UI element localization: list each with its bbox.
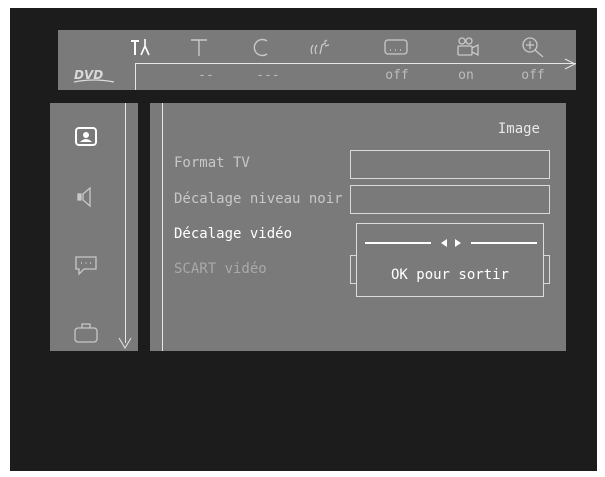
left-right-arrows-icon (441, 239, 447, 247)
black-level-value-field[interactable] (350, 185, 550, 214)
sound-icon[interactable] (72, 183, 100, 211)
chapter-icon[interactable] (248, 35, 274, 59)
title-icon[interactable] (186, 35, 212, 59)
settings-category-sidebar (50, 103, 138, 351)
menu-item-scart-video[interactable]: SCART vidéo (174, 261, 267, 277)
sidebar-scroll-track (125, 103, 126, 343)
menu-item-video-shift[interactable]: Décalage vidéo (174, 226, 292, 242)
picture-icon[interactable] (72, 123, 100, 151)
dvd-logo: DVD (72, 66, 116, 84)
zoom-icon[interactable] (520, 35, 546, 59)
top-menu-bar: DVD -- --- off on off (58, 30, 576, 90)
menu-item-black-level-shift[interactable]: Décalage niveau noir (174, 191, 343, 207)
subtitle-icon[interactable] (383, 35, 409, 59)
status-zoom: off (521, 68, 545, 83)
status-title: -- (198, 68, 214, 83)
panel-divider (162, 103, 163, 351)
menu-icons-row (58, 30, 576, 63)
video-shift-slider[interactable] (365, 238, 537, 248)
language-icon[interactable] (72, 251, 100, 279)
audio-icon[interactable] (308, 35, 334, 59)
features-icon[interactable] (72, 319, 100, 347)
settings-icon[interactable] (128, 35, 154, 59)
format-tv-value-field[interactable] (350, 150, 550, 179)
image-settings-panel: Image Format TV Décalage niveau noir Déc… (150, 103, 566, 351)
arrow-right-icon (564, 58, 576, 70)
menu-bar-divider (136, 63, 576, 64)
status-angle: on (458, 68, 474, 83)
video-shift-adjust-popup[interactable]: OK pour sortir (356, 223, 544, 297)
panel-title: Image (497, 121, 540, 137)
status-chapter: --- (256, 68, 280, 83)
camera-angle-icon[interactable] (455, 35, 481, 59)
arrow-down-icon (118, 337, 132, 349)
popup-instruction: OK pour sortir (390, 267, 509, 283)
menu-item-format-tv[interactable]: Format TV (174, 155, 250, 171)
menu-bar-separator (135, 63, 136, 90)
tv-screen: DVD -- --- off on off Image Format TV Dé… (10, 8, 597, 471)
status-subtitle: off (385, 68, 409, 83)
